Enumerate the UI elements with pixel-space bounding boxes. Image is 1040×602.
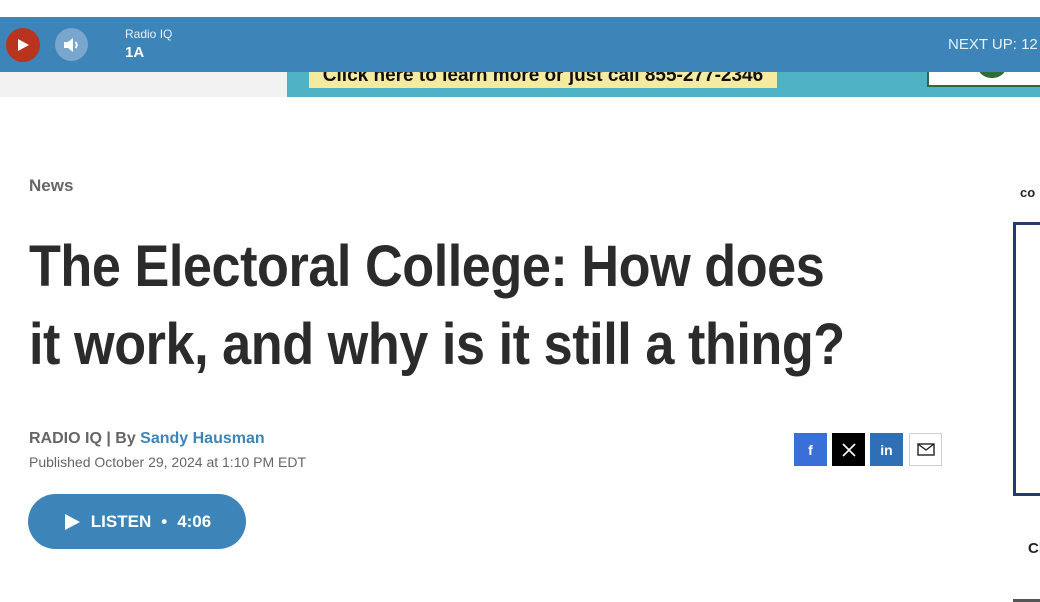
next-up-label[interactable]: NEXT UP: 12 [948,36,1038,53]
volume-button[interactable] [55,28,88,61]
share-x-button[interactable] [832,433,865,466]
sidebar-ad-box[interactable] [1013,222,1040,496]
station-name: Radio IQ [125,27,173,41]
play-button[interactable] [6,28,40,62]
play-icon [18,39,29,51]
share-email-button[interactable] [909,433,942,466]
listen-label: LISTEN [90,511,152,531]
published-date: Published October 29, 2024 at 1:10 PM ED… [29,454,307,470]
facebook-icon: f [808,441,813,458]
sidebar-subheading: Cl [1028,540,1040,557]
article-byline: RADIO IQ | By Sandy Hausman [29,430,265,448]
share-linkedin-button[interactable]: in [870,433,903,466]
ad-image [927,72,1040,87]
play-icon [64,513,80,530]
byline-prefix: RADIO IQ | By [29,430,141,447]
ad-text[interactable]: Click here to learn more or just call 85… [309,72,777,88]
ad-banner[interactable]: Click here to learn more or just call 85… [287,72,1040,97]
listen-separator: • [161,511,168,531]
linkedin-icon: in [880,441,893,458]
article-title: The Electoral College: How does it work,… [29,234,845,377]
listen-duration: 4:06 [177,511,212,531]
article-category[interactable]: News [29,176,73,196]
author-link[interactable]: Sandy Hausman [140,430,264,447]
share-facebook-button[interactable]: f [794,433,827,466]
ad-gutter [0,72,287,97]
audio-player-bar: Radio IQ 1A NEXT UP: 12 [0,17,1040,72]
program-name: 1A [125,44,145,61]
listen-button[interactable]: LISTEN • 4:06 [28,494,246,549]
sidebar-heading: co [1020,185,1036,200]
email-icon [916,443,935,456]
x-icon [841,442,856,457]
volume-icon [63,37,78,52]
